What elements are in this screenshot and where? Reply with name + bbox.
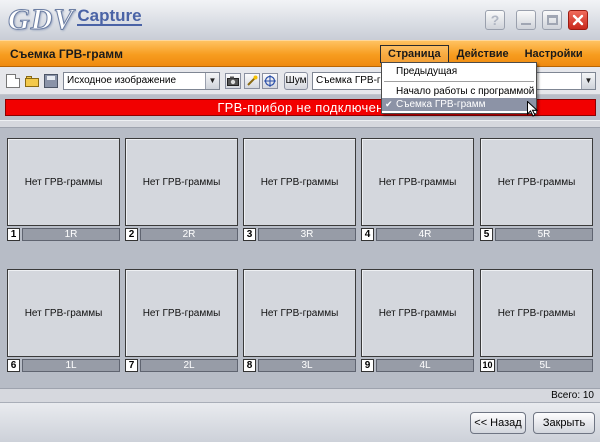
gdv-image-frame[interactable]: Нет ГРВ-граммы bbox=[125, 138, 238, 226]
cell-number: 4 bbox=[361, 228, 374, 241]
minimize-button[interactable] bbox=[516, 10, 536, 30]
gdv-cell[interactable]: Нет ГРВ-граммы 1 1R bbox=[7, 138, 120, 244]
gdv-cell[interactable]: Нет ГРВ-граммы 6 1L bbox=[7, 269, 120, 375]
finger-label: 3R bbox=[258, 228, 356, 241]
cell-number: 3 bbox=[243, 228, 256, 241]
gdv-image-frame[interactable]: Нет ГРВ-граммы bbox=[243, 269, 356, 357]
page-title: Съемка ГРВ-грамм bbox=[10, 47, 124, 61]
close-button[interactable]: Закрыть bbox=[533, 412, 595, 434]
crosshair-icon[interactable] bbox=[262, 73, 278, 89]
magic-wand-icon[interactable] bbox=[244, 73, 260, 89]
checkmark-icon: ✔ bbox=[385, 99, 393, 109]
empty-placeholder: Нет ГРВ-граммы bbox=[378, 307, 457, 319]
cell-number: 6 bbox=[7, 359, 20, 372]
menu-settings[interactable]: Настройки bbox=[517, 45, 591, 63]
cell-number: 1 bbox=[7, 228, 20, 241]
page-menu-dropdown: Предыдущая Начало работы с программой ✔ … bbox=[381, 62, 537, 114]
noise-button[interactable]: Шум bbox=[284, 72, 308, 90]
logo-main-text: GDV bbox=[7, 3, 75, 37]
finger-label: 5R bbox=[495, 228, 593, 241]
gdv-cell[interactable]: Нет ГРВ-граммы 2 2R bbox=[125, 138, 238, 244]
finger-label: 2L bbox=[140, 359, 238, 372]
gdv-image-frame[interactable]: Нет ГРВ-граммы bbox=[480, 269, 593, 357]
finger-label: 2R bbox=[140, 228, 238, 241]
menu-item-gdv-capture[interactable]: ✔ Съемка ГРВ-грамм bbox=[382, 98, 536, 111]
cell-number: 9 bbox=[361, 359, 374, 372]
gdv-image-frame[interactable]: Нет ГРВ-граммы bbox=[125, 269, 238, 357]
new-file-icon[interactable] bbox=[6, 74, 20, 88]
empty-placeholder: Нет ГРВ-граммы bbox=[497, 176, 576, 188]
finger-label: 3L bbox=[258, 359, 356, 372]
empty-placeholder: Нет ГРВ-граммы bbox=[497, 307, 576, 319]
empty-placeholder: Нет ГРВ-граммы bbox=[24, 307, 103, 319]
gdv-image-frame[interactable]: Нет ГРВ-граммы bbox=[7, 138, 120, 226]
source-image-select-value: Исходное изображение bbox=[67, 75, 177, 86]
maximize-button[interactable] bbox=[542, 10, 562, 30]
empty-placeholder: Нет ГРВ-граммы bbox=[24, 176, 103, 188]
logo-sub-text: Capture bbox=[77, 6, 142, 26]
gdv-cell[interactable]: Нет ГРВ-граммы 7 2L bbox=[125, 269, 238, 375]
empty-placeholder: Нет ГРВ-граммы bbox=[142, 176, 221, 188]
gdv-image-frame[interactable]: Нет ГРВ-граммы bbox=[243, 138, 356, 226]
minimize-icon bbox=[521, 23, 531, 25]
maximize-icon bbox=[546, 15, 558, 25]
mouse-cursor-icon bbox=[527, 101, 538, 117]
finger-label: 4R bbox=[376, 228, 474, 241]
menu-page[interactable]: Страница bbox=[380, 45, 449, 63]
chevron-down-icon[interactable]: ▼ bbox=[205, 73, 219, 89]
empty-placeholder: Нет ГРВ-граммы bbox=[260, 307, 339, 319]
menu-separator bbox=[384, 81, 534, 82]
menu-item-previous[interactable]: Предыдущая bbox=[382, 65, 536, 78]
gdv-cell[interactable]: Нет ГРВ-граммы 5 5R bbox=[480, 138, 593, 244]
empty-placeholder: Нет ГРВ-граммы bbox=[260, 176, 339, 188]
menu-action[interactable]: Действие bbox=[449, 45, 517, 63]
gdv-image-frame[interactable]: Нет ГРВ-граммы bbox=[361, 138, 474, 226]
source-image-select[interactable]: Исходное изображение ▼ bbox=[63, 72, 220, 90]
footer: << Назад Закрыть bbox=[0, 402, 600, 442]
gdv-image-frame[interactable]: Нет ГРВ-граммы bbox=[480, 138, 593, 226]
cell-number: 5 bbox=[480, 228, 493, 241]
empty-placeholder: Нет ГРВ-граммы bbox=[142, 307, 221, 319]
gdv-cell[interactable]: Нет ГРВ-граммы 3 3R bbox=[243, 138, 356, 244]
gdv-cell[interactable]: Нет ГРВ-граммы 8 3L bbox=[243, 269, 356, 375]
close-window-button[interactable] bbox=[568, 10, 588, 30]
back-button[interactable]: << Назад bbox=[470, 412, 526, 434]
finger-label: 1L bbox=[22, 359, 120, 372]
gdv-image-frame[interactable]: Нет ГРВ-граммы bbox=[361, 269, 474, 357]
gdv-grid: Нет ГРВ-граммы 1 1R Нет ГРВ-граммы 2 2R … bbox=[0, 128, 600, 388]
help-button[interactable]: ? bbox=[485, 10, 505, 30]
cell-number: 8 bbox=[243, 359, 256, 372]
save-icon[interactable] bbox=[44, 74, 58, 88]
gdv-cell[interactable]: Нет ГРВ-граммы 10 5L bbox=[480, 269, 593, 375]
gdv-cell[interactable]: Нет ГРВ-граммы 9 4L bbox=[361, 269, 474, 375]
main-menu: Страница Действие Настройки bbox=[380, 45, 591, 63]
chevron-down-icon[interactable]: ▼ bbox=[581, 73, 595, 89]
gdv-image-frame[interactable]: Нет ГРВ-граммы bbox=[7, 269, 120, 357]
device-status-text: ГРВ-прибор не подключен bbox=[217, 100, 384, 115]
cell-number: 10 bbox=[480, 359, 495, 372]
finger-label: 1R bbox=[22, 228, 120, 241]
open-folder-icon[interactable] bbox=[25, 74, 39, 88]
gdv-cell[interactable]: Нет ГРВ-граммы 4 4R bbox=[361, 138, 474, 244]
empty-placeholder: Нет ГРВ-граммы bbox=[378, 176, 457, 188]
title-bar: GDV Capture ? bbox=[0, 0, 600, 40]
menu-item-gdv-capture-label: Съемка ГРВ-грамм bbox=[396, 99, 486, 110]
help-icon: ? bbox=[490, 12, 500, 28]
app-logo: GDV Capture bbox=[7, 3, 142, 37]
cell-number: 2 bbox=[125, 228, 138, 241]
status-strip: Всего: 10 bbox=[0, 388, 600, 402]
finger-label: 4L bbox=[376, 359, 474, 372]
cell-number: 7 bbox=[125, 359, 138, 372]
close-icon bbox=[572, 14, 584, 26]
menu-item-getting-started[interactable]: Начало работы с программой bbox=[382, 85, 536, 98]
camera-icon[interactable] bbox=[225, 73, 241, 89]
separator bbox=[0, 120, 600, 128]
total-count: Всего: 10 bbox=[551, 390, 594, 401]
finger-label: 5L bbox=[497, 359, 593, 372]
